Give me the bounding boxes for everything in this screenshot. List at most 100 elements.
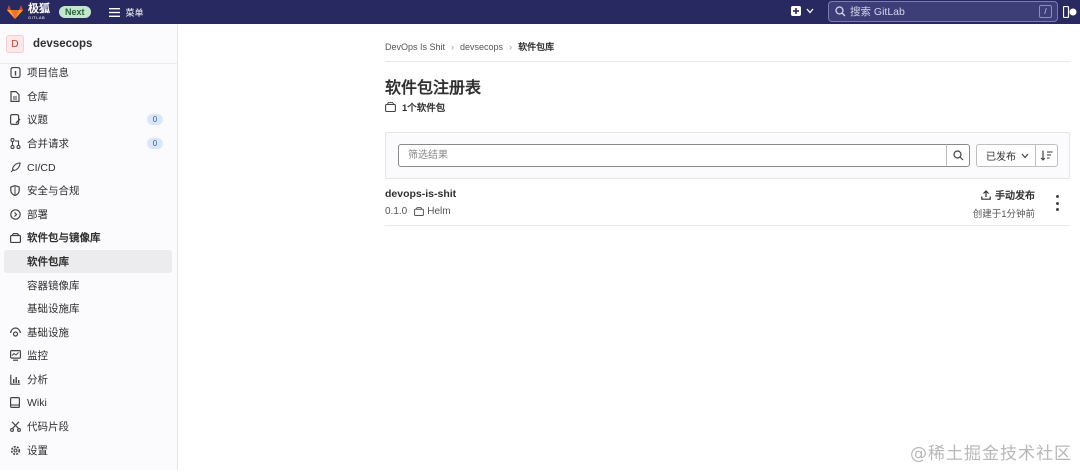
chevron-right-icon: › <box>509 41 513 52</box>
breadcrumb-item[interactable]: DevOps Is Shit <box>385 42 445 52</box>
sidebar-subitem-infrastructure-registry[interactable]: 基础设施库 <box>4 297 172 320</box>
package-count-label: 1个软件包 <box>402 103 446 114</box>
sidebar-item-label: 基础设施 <box>27 327 69 339</box>
package-meta: 0.1.0 Helm <box>385 206 451 217</box>
project-avatar: D <box>6 34 24 53</box>
sort-lowest-icon <box>1040 150 1053 161</box>
sidebar-item-label: 项目信息 <box>27 67 69 79</box>
sidebar-subitem-package-registry[interactable]: 软件包库 <box>4 250 172 273</box>
new-dropdown-button[interactable] <box>791 6 814 16</box>
monitor-icon <box>9 350 21 362</box>
sidebar-item-label: CI/CD <box>27 161 56 174</box>
sidebar-item-deployments[interactable]: 部署 <box>0 203 178 226</box>
package-type: Helm <box>414 206 451 217</box>
menu-button[interactable]: 菜单 <box>108 6 144 19</box>
upload-icon <box>981 189 991 200</box>
logo[interactable]: 极狐 GITLAB <box>7 4 50 20</box>
merge-requests-count-badge: 0 <box>147 138 163 149</box>
sort-dropdown[interactable]: 已发布 <box>976 144 1036 167</box>
package-type-label: Helm <box>427 206 451 217</box>
sort-direction-button[interactable] <box>1036 144 1058 167</box>
sidebar-item-repository[interactable]: 仓库 <box>0 85 178 108</box>
sidebar-item-label: 安全与合规 <box>27 185 80 197</box>
project-name: devsecops <box>33 37 93 50</box>
sidebar-item-label: 代码片段 <box>27 421 69 433</box>
sidebar-item-label: Wiki <box>27 396 47 409</box>
sidebar-item-wiki[interactable]: Wiki <box>0 391 178 414</box>
search-icon <box>835 6 846 17</box>
package-icon <box>9 232 21 244</box>
issues-count-badge: 0 <box>147 114 163 125</box>
settings-icon <box>9 445 21 457</box>
sidebar-item-packages-registries[interactable]: 软件包与镜像库 <box>0 226 178 249</box>
hamburger-icon <box>108 7 120 17</box>
sidebar-item-issues[interactable]: 议题 0 <box>0 108 178 131</box>
package-count: 1个软件包 <box>385 100 445 114</box>
merge-request-icon <box>9 138 21 150</box>
search-placeholder: 搜索 GitLab <box>850 6 905 18</box>
sort-label: 已发布 <box>986 152 1016 163</box>
package-name[interactable]: devops-is-shit <box>385 188 456 200</box>
sidebar-subitem-label: 容器镜像库 <box>27 280 80 292</box>
sidebar-item-merge-requests[interactable]: 合并请求 0 <box>0 132 178 155</box>
watermark: @稀土掘金技术社区 <box>910 444 1072 464</box>
package-created-time: 创建于1分钟前 <box>972 209 1035 220</box>
sidebar-item-label: 监控 <box>27 350 48 362</box>
sidebar-subitem-label: 基础设施库 <box>27 303 80 315</box>
sidebar-subitem-container-registry[interactable]: 容器镜像库 <box>4 274 172 297</box>
merge-requests-icon[interactable] <box>1062 5 1077 21</box>
sidebar-item-snippets[interactable]: 代码片段 <box>0 415 178 438</box>
sidebar-subitem-label: 软件包库 <box>27 256 69 268</box>
more-actions-icon[interactable] <box>1053 195 1061 211</box>
package-publish-method: 手动发布 <box>981 187 1035 202</box>
file-icon <box>9 91 21 103</box>
sidebar-project-header[interactable]: D devsecops <box>0 24 177 64</box>
breadcrumb-current[interactable]: 软件包库 <box>518 40 554 53</box>
sidebar-item-settings[interactable]: 设置 <box>0 439 178 462</box>
chevron-down-icon <box>1021 153 1029 158</box>
info-icon <box>9 67 21 79</box>
sidebar-item-label: 部署 <box>27 209 48 221</box>
logo-subtext: GITLAB <box>28 15 46 20</box>
sidebar-item-label: 议题 <box>27 114 48 126</box>
book-icon <box>9 397 21 409</box>
top-navbar: 极狐 GITLAB Next 菜单 搜索 GitLab / <box>0 0 1080 24</box>
search-input[interactable]: 搜索 GitLab / <box>828 1 1058 22</box>
page-title: 软件包注册表 <box>385 80 482 97</box>
infrastructure-icon <box>9 327 21 339</box>
breadcrumb: DevOps Is Shit › devsecops › 软件包库 <box>385 40 554 53</box>
filter-search-button[interactable] <box>946 144 970 167</box>
sidebar-item-project-info[interactable]: 项目信息 <box>0 61 178 84</box>
sidebar-item-label: 仓库 <box>27 91 48 103</box>
breadcrumb-item[interactable]: devsecops <box>460 42 503 52</box>
next-badge[interactable]: Next <box>59 6 91 18</box>
plus-square-icon <box>791 6 801 16</box>
snippet-icon <box>9 421 21 433</box>
sidebar-item-label: 合并请求 <box>27 138 69 150</box>
breadcrumb-divider <box>385 61 1070 62</box>
chevron-down-icon <box>806 8 814 14</box>
rocket-icon <box>9 162 21 174</box>
chart-icon <box>9 374 21 386</box>
sidebar-item-label: 分析 <box>27 374 48 386</box>
package-version: 0.1.0 <box>385 206 408 217</box>
sidebar-item-label: 软件包与镜像库 <box>27 232 101 244</box>
sidebar-item-analytics[interactable]: 分析 <box>0 368 178 391</box>
package-icon <box>385 102 396 112</box>
menu-label: 菜单 <box>125 7 144 18</box>
sidebar-item-infrastructure[interactable]: 基础设施 <box>0 321 178 344</box>
sidebar-item-ci-cd[interactable]: CI/CD <box>0 156 178 179</box>
filter-bar: 筛选结果 已发布 <box>385 132 1070 179</box>
chevron-right-icon: › <box>451 41 455 52</box>
deploy-icon <box>9 209 21 221</box>
sidebar-item-monitor[interactable]: 监控 <box>0 344 178 367</box>
sidebar-item-label: 设置 <box>27 445 48 457</box>
filter-input[interactable]: 筛选结果 <box>398 144 959 167</box>
issues-icon <box>9 114 21 126</box>
publish-label: 手动发布 <box>995 191 1035 202</box>
tanuki-logo-icon <box>7 5 23 19</box>
search-icon <box>952 150 963 161</box>
logo-text: 极狐 <box>28 3 50 15</box>
sidebar-item-security[interactable]: 安全与合规 <box>0 179 178 202</box>
package-row[interactable]: devops-is-shit 0.1.0 Helm 手动发布 创建于1分钟前 <box>385 180 1070 226</box>
